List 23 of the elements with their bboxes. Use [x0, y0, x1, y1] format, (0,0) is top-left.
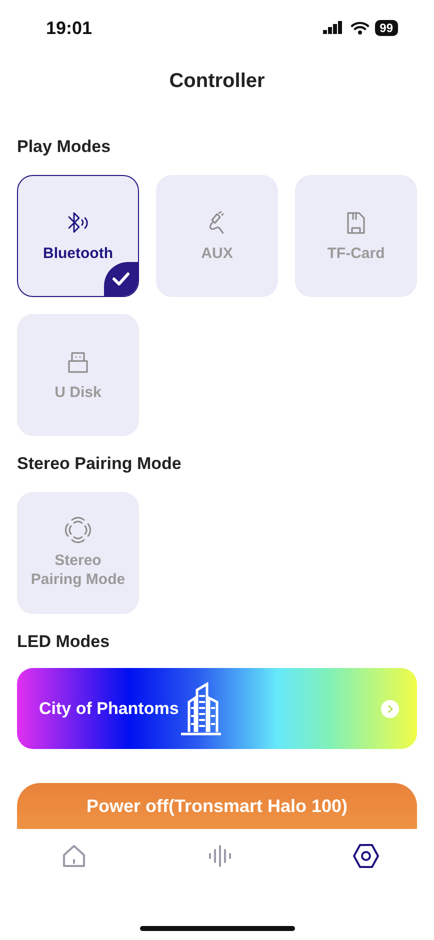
building-icon	[178, 682, 223, 736]
chevron-right-icon[interactable]	[381, 700, 399, 718]
home-icon	[61, 843, 87, 869]
sound-wave-icon	[206, 843, 232, 869]
stereo-icon	[65, 517, 91, 543]
power-off-button[interactable]: Power off(Tronsmart Halo 100)	[17, 783, 417, 829]
mode-tile[interactable]: Bluetooth	[17, 175, 139, 297]
section-heading: Stereo Pairing Mode	[17, 454, 182, 474]
mode-tile[interactable]: U Disk	[17, 314, 139, 436]
status-time: 19:01	[46, 18, 92, 38]
mode-tile[interactable]: AUX	[156, 175, 278, 297]
wifi-icon	[350, 21, 369, 35]
section-heading: LED Modes	[17, 632, 111, 652]
led-mode-banner[interactable]: City of Phantoms	[17, 668, 417, 749]
mode-tile[interactable]: TF-Card	[295, 175, 417, 297]
led-mode-name: City of Phantoms	[39, 698, 179, 718]
settings-icon	[352, 843, 380, 869]
section-heading: Play Modes	[17, 137, 112, 157]
page-title: Controller	[168, 70, 266, 93]
signal-icon	[322, 21, 345, 35]
battery-level: 99	[374, 20, 398, 36]
selected-check-icon	[104, 262, 138, 296]
mode-tile[interactable]: Stereo Pairing Mode	[17, 492, 139, 614]
